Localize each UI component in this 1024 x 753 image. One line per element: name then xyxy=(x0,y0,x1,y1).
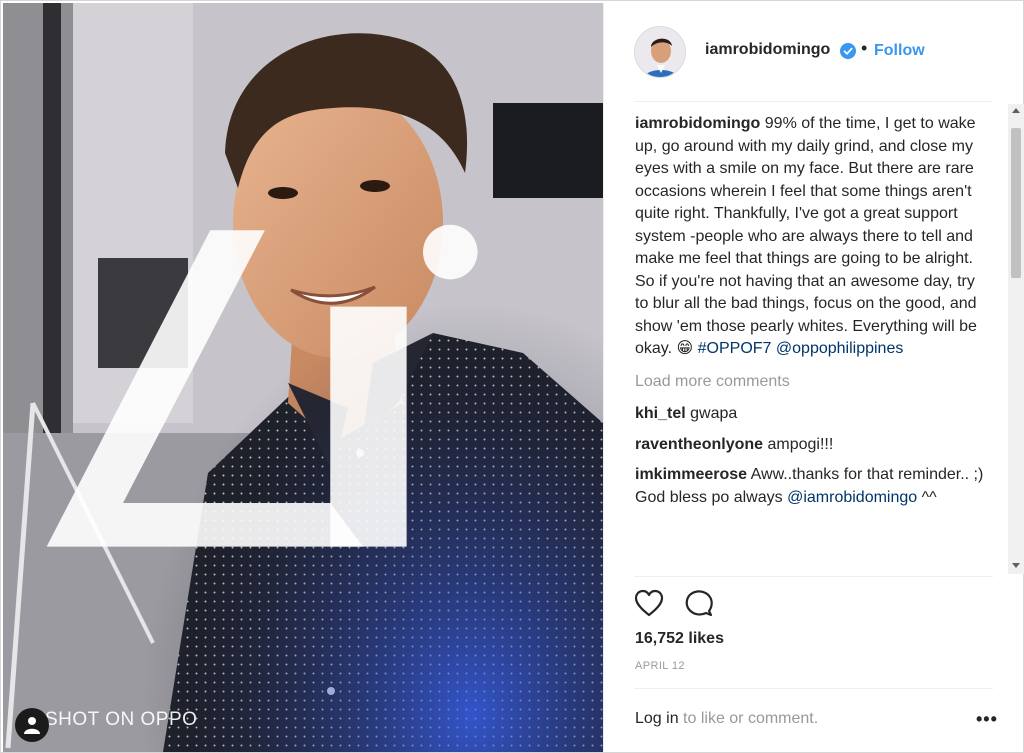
post-header: iamrobidomingo • Follow xyxy=(604,3,1024,101)
login-prompt: Log in to like or comment. xyxy=(635,710,818,728)
login-rest-text: to like or comment. xyxy=(678,710,819,727)
comment-mention-link[interactable]: @iamrobidomingo xyxy=(787,489,917,506)
comment-username[interactable]: khi_tel xyxy=(635,405,686,422)
bottom-divider xyxy=(634,688,993,689)
comment-suffix: ^^ xyxy=(917,488,937,506)
username[interactable]: iamrobidomingo xyxy=(705,41,830,59)
actions-divider xyxy=(634,576,993,577)
avatar[interactable] xyxy=(634,26,686,78)
comment-text: ampogi!!! xyxy=(767,435,834,453)
likes-count[interactable]: 16,752 likes xyxy=(635,630,724,648)
heart-icon[interactable] xyxy=(634,589,664,617)
verified-badge-icon xyxy=(840,43,856,59)
shot-on-oppo-watermark: SHOT ON OPPO xyxy=(45,709,198,730)
comment-text: gwapa xyxy=(690,405,738,422)
instagram-post-embed: SHOT ON OPPO iamrobidomingo • Follow iam… xyxy=(0,0,1024,753)
user-tag-button[interactable] xyxy=(15,708,49,742)
scroll-up-arrow-icon[interactable] xyxy=(1012,108,1020,113)
comment-username[interactable]: raventheonlyone xyxy=(635,436,763,453)
scroll-down-arrow-icon[interactable] xyxy=(1012,563,1020,568)
caption: iamrobidomingo 99% of the time, I get to… xyxy=(635,113,990,361)
post-date[interactable]: APRIL 12 xyxy=(635,660,685,672)
load-more-comments-button[interactable]: Load more comments xyxy=(635,371,990,394)
comment-item: khi_tel gwapa xyxy=(635,403,990,426)
scrollbar-thumb[interactable] xyxy=(1011,128,1021,278)
comment-bubble-icon[interactable] xyxy=(684,589,714,617)
comments-scrollbar[interactable] xyxy=(1008,104,1024,574)
avatar-image xyxy=(635,27,685,77)
comment-username[interactable]: imkimmeerose xyxy=(635,466,747,483)
login-link[interactable]: Log in xyxy=(635,710,679,727)
hashtag-link[interactable]: #OPPOF7 xyxy=(698,340,772,357)
user-tag-icon xyxy=(24,717,40,734)
comment-item: raventheonlyone ampogi!!! xyxy=(635,434,990,457)
oppo-logo xyxy=(46,224,478,547)
comment-item: imkimmeerose Aww..thanks for that remind… xyxy=(635,464,990,509)
header-divider xyxy=(634,101,993,102)
caption-text: 99% of the time, I get to wake up, go ar… xyxy=(635,115,977,357)
post-sidebar: iamrobidomingo • Follow iamrobidomingo 9… xyxy=(603,3,1024,752)
comments-list[interactable]: iamrobidomingo 99% of the time, I get to… xyxy=(635,113,990,575)
more-options-icon[interactable]: ••• xyxy=(976,709,998,730)
mention-link[interactable]: @oppophilippines xyxy=(776,340,903,357)
follow-button[interactable]: Follow xyxy=(874,42,925,60)
post-photo[interactable]: SHOT ON OPPO xyxy=(3,3,603,752)
caption-username[interactable]: iamrobidomingo xyxy=(635,115,760,132)
separator-dot: • xyxy=(861,38,868,58)
